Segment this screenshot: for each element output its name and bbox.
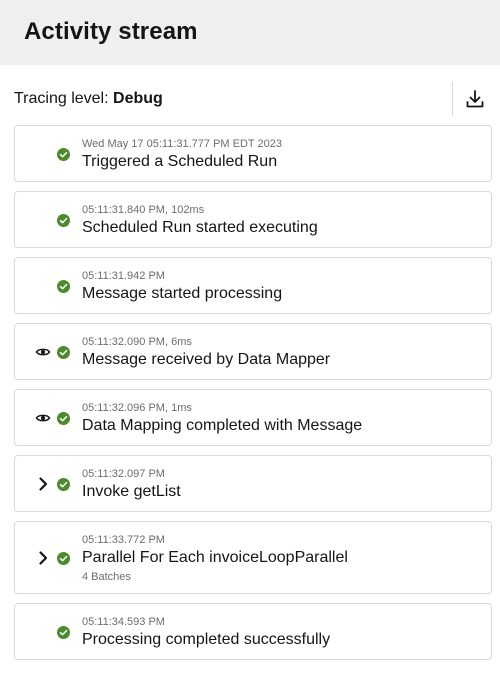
event-card: 05:11:32.090 PM, 6ms Message received by… [14,323,492,380]
eye-icon [35,348,51,356]
expand-button[interactable] [35,550,51,566]
event-card: 05:11:33.772 PM Parallel For Each invoic… [14,521,492,594]
toolbar: Tracing level: Debug [0,80,500,120]
success-check-icon [57,552,70,565]
success-check-icon [57,280,70,293]
event-timestamp: 05:11:34.593 PM [82,616,165,628]
event-title: Parallel For Each invoiceLoopParallel [82,549,348,566]
event-card: Wed May 17 05:11:31.777 PM EDT 2023 Trig… [14,125,492,182]
event-card: 05:11:32.097 PM Invoke getList [14,455,492,512]
chevron-right-icon [39,551,48,565]
download-icon [466,90,484,108]
event-timestamp: 05:11:32.096 PM, 1ms [82,402,192,414]
event-card: 05:11:34.593 PM Processing completed suc… [14,603,492,660]
event-timestamp: Wed May 17 05:11:31.777 PM EDT 2023 [82,138,282,150]
event-title: Message started processing [82,285,283,302]
event-timestamp: 05:11:31.942 PM [82,270,165,282]
success-check-icon [57,148,70,161]
download-button[interactable] [460,84,490,114]
expand-button[interactable] [35,476,51,492]
event-title: Scheduled Run started executing [82,219,318,236]
success-check-icon [57,626,70,639]
chevron-right-icon [39,477,48,491]
event-title: Invoke getList [82,483,181,500]
event-title: Message received by Data Mapper [82,351,331,368]
eye-icon [35,414,51,422]
event-card: 05:11:31.840 PM, 102ms Scheduled Run sta… [14,191,492,248]
event-timestamp: 05:11:31.840 PM, 102ms [82,204,205,216]
event-title: Processing completed successfully [82,631,331,648]
tracing-level-label: Tracing level: [14,90,109,107]
event-card: 05:11:32.096 PM, 1ms Data Mapping comple… [14,389,492,446]
event-title: Data Mapping completed with Message [82,417,363,434]
event-timestamp: 05:11:32.090 PM, 6ms [82,336,192,348]
success-check-icon [57,346,70,359]
event-timestamp: 05:11:32.097 PM [82,468,165,480]
success-check-icon [57,412,70,425]
view-payload-button[interactable] [35,410,51,426]
page-header: Activity stream [0,0,500,65]
success-check-icon [57,214,70,227]
toolbar-divider [452,82,453,116]
event-title: Triggered a Scheduled Run [82,153,278,170]
event-timestamp: 05:11:33.772 PM [82,534,165,546]
success-check-icon [57,478,70,491]
view-payload-button[interactable] [35,344,51,360]
event-subtitle: 4 Batches [82,571,131,583]
tracing-level-value: Debug [113,90,163,107]
event-card: 05:11:31.942 PM Message started processi… [14,257,492,314]
tracing-level: Tracing level: Debug [14,90,163,108]
page-title: Activity stream [24,18,198,45]
